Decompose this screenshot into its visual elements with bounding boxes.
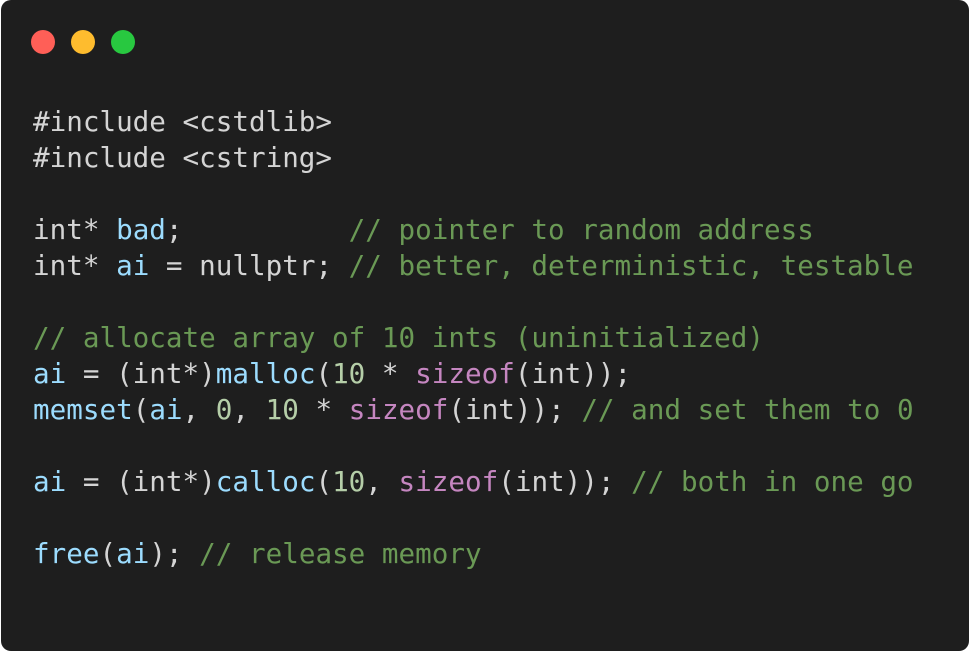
code-token-num: 10 [265, 393, 299, 426]
code-token-plain: * [298, 393, 349, 426]
code-token-comment: // release memory [199, 537, 482, 570]
code-token-plain: ); [149, 537, 200, 570]
code-token-plain: (int)); [498, 465, 632, 498]
zoom-button[interactable] [111, 30, 135, 54]
code-block: #include <cstdlib> #include <cstring> int… [33, 104, 914, 572]
code-line: memset(ai, 0, 10 * sizeof(int)); // and … [33, 392, 914, 428]
code-line: ai = (int*)malloc(10 * sizeof(int)); [33, 356, 914, 392]
code-token-num: 0 [215, 393, 233, 426]
code-token-plain: = nullptr; [149, 249, 349, 282]
close-button[interactable] [31, 30, 55, 54]
code-token-plain: ( [99, 537, 117, 570]
code-token-kw: sizeof [398, 465, 499, 498]
code-token-num: 10 [332, 357, 366, 390]
code-token-plain: * [365, 357, 416, 390]
code-token-plain: #include <cstring> [33, 141, 333, 174]
code-token-plain: = (int*) [66, 357, 216, 390]
code-token-var: ai [116, 249, 150, 282]
code-token-comment: // allocate array of 10 ints (uninitiali… [33, 321, 764, 354]
code-line: #include <cstring> [33, 140, 914, 176]
code-line: ai = (int*)calloc(10, sizeof(int)); // b… [33, 464, 914, 500]
code-token-plain: ( [132, 393, 150, 426]
code-token-plain: , [365, 465, 399, 498]
code-token-plain: int* [33, 213, 117, 246]
code-token-func: memset [33, 393, 133, 426]
code-token-comment: // both in one go [631, 465, 914, 498]
code-token-comment: // better, deterministic, testable [348, 249, 914, 282]
code-token-var: ai [116, 537, 150, 570]
code-token-func: malloc [215, 357, 316, 390]
minimize-button[interactable] [71, 30, 95, 54]
code-token-plain: (int)); [514, 357, 632, 390]
code-token-func: free [33, 537, 100, 570]
code-token-num: 10 [332, 465, 366, 498]
code-token-var: ai [149, 393, 183, 426]
code-token-comment: // pointer to random address [348, 213, 814, 246]
code-token-func: calloc [215, 465, 316, 498]
code-token-kw: sizeof [348, 393, 449, 426]
code-line: int* ai = nullptr; // better, determinis… [33, 248, 914, 284]
code-token-plain: int* [33, 249, 117, 282]
code-token-plain: (int)); [448, 393, 582, 426]
code-token-plain: = (int*) [66, 465, 216, 498]
code-token-comment: // and set them to 0 [581, 393, 914, 426]
code-token-plain: #include <cstdlib> [33, 105, 333, 138]
code-token-kw: sizeof [415, 357, 515, 390]
code-token-plain: ( [315, 465, 333, 498]
code-line: // allocate array of 10 ints (uninitiali… [33, 320, 914, 356]
code-window: #include <cstdlib> #include <cstring> int… [1, 0, 969, 651]
code-token-plain: , [182, 393, 216, 426]
code-token-var: ai [33, 357, 67, 390]
code-token-var: bad [116, 213, 166, 246]
code-token-plain: ; [165, 213, 349, 246]
code-line: #include <cstdlib> [33, 104, 914, 140]
code-token-plain: ( [315, 357, 333, 390]
code-token-var: ai [33, 465, 67, 498]
code-line: free(ai); // release memory [33, 536, 914, 572]
code-token-plain: , [232, 393, 266, 426]
code-line: int* bad; // pointer to random address [33, 212, 914, 248]
